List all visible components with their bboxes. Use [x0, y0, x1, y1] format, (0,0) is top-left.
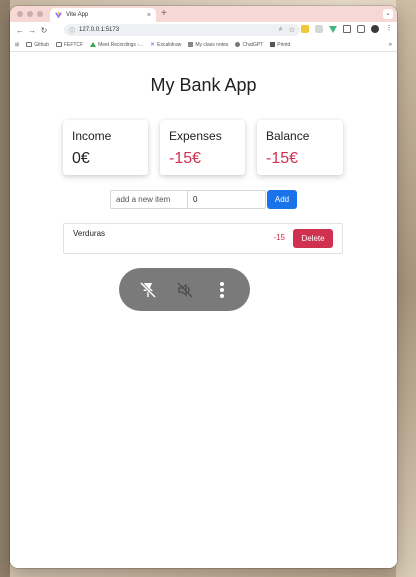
mic-muted-icon[interactable] — [173, 278, 197, 302]
browser-menu-icon[interactable]: ⋮ — [385, 25, 393, 33]
bookmark-github[interactable]: Github — [26, 42, 49, 48]
transaction-description: Verduras — [73, 229, 106, 238]
google-drive-icon — [90, 42, 97, 47]
screen-recording-controls — [119, 268, 250, 311]
expenses-value: -15€ — [169, 150, 202, 167]
tab-strip: Vite App × + ⌄ — [10, 6, 397, 22]
maximize-window-button[interactable] — [37, 11, 43, 17]
expenses-card: Expenses -15€ — [160, 120, 245, 175]
folder-icon — [55, 42, 62, 47]
extension-grey-icon[interactable] — [315, 25, 323, 33]
extension-yellow-icon[interactable] — [301, 25, 309, 33]
income-label: Income — [72, 129, 112, 143]
zoom-icon[interactable]: ⌕ — [279, 26, 283, 34]
tab-vite-app[interactable]: Vite App × — [50, 8, 156, 22]
url-text: 127.0.0.1:5173 — [79, 27, 120, 33]
bookmark-feftcf[interactable]: FEFTCF — [55, 42, 83, 48]
apps-grid-icon[interactable]: ⊞ — [15, 42, 19, 48]
browser-window: Vite App × + ⌄ ← → ↻ ⓘ 127.0.0.1:5173 ⌕ … — [10, 6, 397, 568]
bookmark-chatgpt[interactable]: ChatGPT — [235, 42, 263, 48]
app-page: My Bank App Income 0€ Expenses -15€ Bala… — [10, 52, 397, 568]
new-tab-button[interactable]: + — [161, 8, 167, 19]
transaction-amount: -15 — [273, 233, 285, 242]
forward-arrow-icon[interactable]: → — [26, 26, 38, 35]
desktop-background-right — [396, 0, 416, 577]
expenses-label: Expenses — [169, 129, 222, 143]
window-controls — [17, 11, 43, 17]
balance-card: Balance -15€ — [257, 120, 343, 175]
bookmark-meet-recordings[interactable]: Meet Recordings -... — [90, 42, 143, 48]
bookmarks-bar: ⊞ Github FEFTCF Meet Recordings -... ✕ E… — [10, 38, 397, 52]
income-value: 0€ — [72, 150, 90, 167]
more-bookmarks-icon[interactable]: » — [389, 42, 392, 48]
address-bar[interactable]: ⓘ 127.0.0.1:5173 ⌕ ☆ — [64, 24, 300, 36]
bookmark-excalidraw[interactable]: ✕ Excalidraw — [150, 41, 181, 49]
folder-icon — [26, 42, 33, 47]
page-title: My Bank App — [150, 75, 257, 95]
tab-title: Vite App — [66, 12, 89, 18]
bookmark-my-class-notes[interactable]: My class notes — [188, 42, 228, 48]
transaction-row: Verduras -15 Delete — [63, 223, 343, 254]
vue-devtools-icon[interactable] — [329, 25, 337, 33]
add-item-button[interactable]: Add — [267, 190, 297, 209]
item-description-input[interactable] — [110, 190, 188, 209]
balance-value: -15€ — [266, 150, 299, 167]
close-window-button[interactable] — [17, 11, 23, 17]
item-amount-input[interactable] — [188, 190, 266, 209]
tab-search-chevron-icon[interactable]: ⌄ — [383, 9, 393, 19]
extensions-area: ⋮ — [301, 25, 393, 33]
more-vertical-icon[interactable] — [210, 278, 234, 302]
side-panel-icon[interactable] — [357, 25, 365, 33]
balance-label: Balance — [266, 129, 310, 143]
bookmark-star-icon[interactable]: ☆ — [289, 26, 295, 34]
extensions-puzzle-icon[interactable] — [343, 25, 351, 33]
browser-toolbar: ← → ↻ ⓘ 127.0.0.1:5173 ⌕ ☆ ⋮ — [10, 22, 397, 38]
delete-transaction-button[interactable]: Delete — [293, 229, 333, 248]
minimize-window-button[interactable] — [27, 11, 33, 17]
profile-avatar-icon[interactable] — [371, 25, 379, 33]
bookmark-printd[interactable]: Printd — [270, 42, 290, 48]
income-card: Income 0€ — [63, 120, 148, 175]
excalidraw-icon: ✕ — [150, 42, 156, 48]
add-item-form: Add — [110, 190, 297, 209]
close-tab-icon[interactable]: × — [147, 12, 151, 19]
back-arrow-icon[interactable]: ← — [14, 26, 26, 35]
document-icon — [188, 42, 194, 47]
chatgpt-icon — [235, 42, 241, 47]
transaction-list: Verduras -15 Delete — [63, 223, 343, 254]
vite-logo-icon — [55, 11, 62, 18]
reload-icon[interactable]: ↻ — [38, 26, 50, 35]
pin-off-icon[interactable] — [136, 278, 160, 302]
printer-icon — [270, 42, 276, 47]
desktop-background-left — [0, 0, 10, 577]
site-info-icon[interactable]: ⓘ — [69, 26, 75, 35]
